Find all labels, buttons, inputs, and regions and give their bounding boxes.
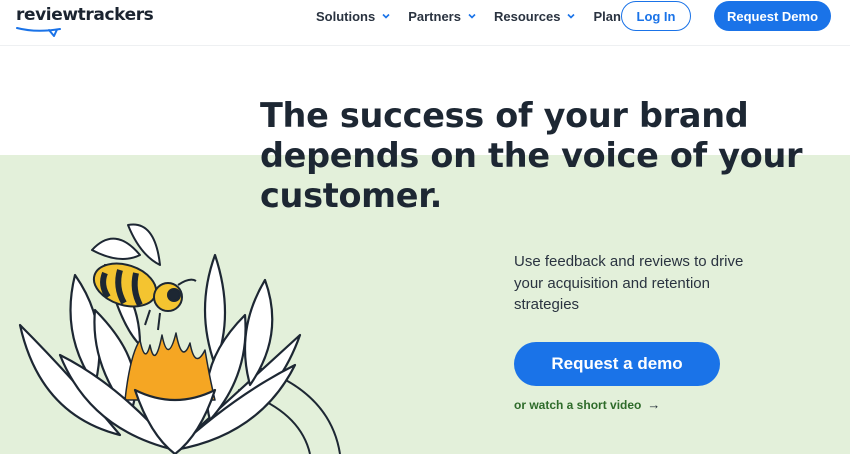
arrow-right-icon: → — [647, 397, 661, 412]
chevron-down-icon — [567, 13, 576, 19]
nav-label: Solutions — [316, 8, 376, 24]
video-link-label: or watch a short video — [514, 397, 642, 412]
reviewtrackers-logo[interactable]: reviewtrackers — [16, 4, 154, 38]
request-a-demo-button[interactable]: Request a demo — [514, 342, 720, 386]
nav-label: Resources — [493, 8, 561, 24]
watch-video-link[interactable]: or watch a short video → — [514, 397, 660, 412]
hero-subtext: Use feedback and reviews to drive your a… — [514, 253, 744, 313]
logo-speech-swoosh-icon — [16, 27, 61, 37]
bee-on-lotus-illustration — [18, 223, 341, 454]
hero-headline: The success of your brand depends on the… — [260, 96, 803, 215]
chevron-down-icon — [382, 13, 390, 19]
nav-item-partners[interactable]: Partners — [408, 9, 477, 24]
nav-item-solutions[interactable]: Solutions — [316, 9, 391, 24]
nav-item-resources[interactable]: Resources — [494, 9, 576, 24]
logo-text: reviewtrackers — [16, 5, 154, 25]
login-button[interactable]: Log In — [621, 1, 691, 31]
main-nav: Solutions Partners Resources Plans — [316, 0, 628, 32]
nav-label: Partners — [408, 8, 461, 24]
chevron-down-icon — [468, 13, 476, 19]
request-demo-button[interactable]: Request Demo — [714, 1, 831, 31]
top-navigation-bar: reviewtrackers Solutions Partners Resour… — [0, 0, 850, 46]
bee-icon — [91, 223, 197, 331]
